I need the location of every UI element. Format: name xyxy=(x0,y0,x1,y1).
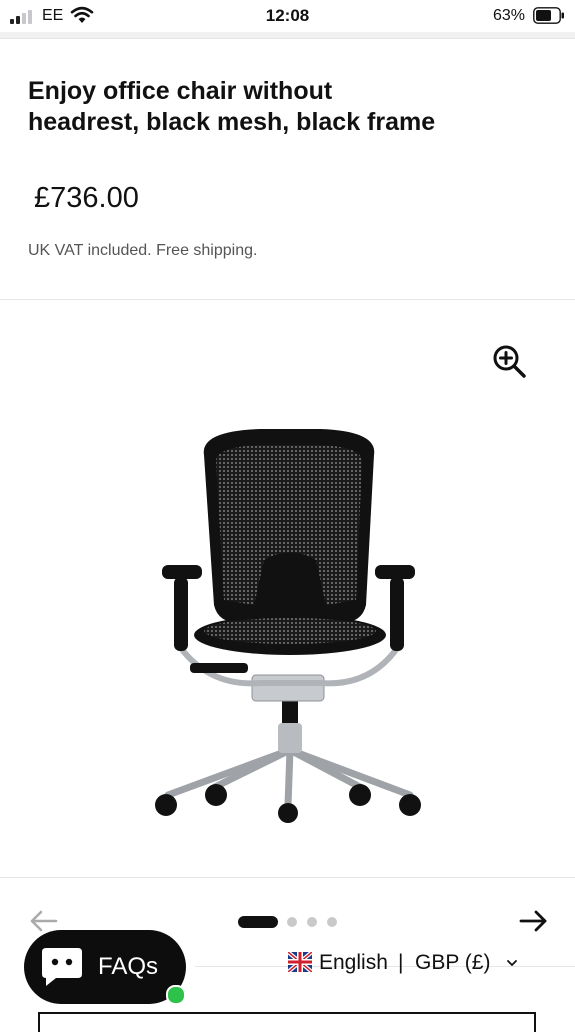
online-status-indicator xyxy=(166,985,186,1005)
status-bar: EE 12:08 63% xyxy=(0,0,575,32)
divider xyxy=(0,299,575,300)
faq-label: FAQs xyxy=(98,953,159,980)
pagination-dot[interactable] xyxy=(287,917,297,927)
battery-icon xyxy=(533,7,564,24)
currency-label: GBP (£) xyxy=(415,951,491,974)
product-price: £736.00 xyxy=(34,182,139,214)
chevron-down-icon xyxy=(507,960,517,966)
pagination-dot-active[interactable] xyxy=(238,916,278,928)
chat-bubble-icon xyxy=(42,948,82,986)
locale-separator: | xyxy=(398,951,404,974)
faq-button[interactable]: FAQs xyxy=(24,930,186,1004)
language-label: English xyxy=(319,951,388,974)
uk-flag-icon xyxy=(288,952,312,972)
divider xyxy=(0,877,575,878)
product-image[interactable] xyxy=(130,425,450,835)
battery-percent: 63% xyxy=(492,7,525,24)
arrow-right-icon[interactable] xyxy=(517,905,549,937)
vat-note: UK VAT included. Free shipping. xyxy=(28,242,258,259)
page-header-strip xyxy=(0,32,575,39)
status-time: 12:08 xyxy=(265,6,310,25)
zoom-in-icon[interactable] xyxy=(490,342,528,380)
pagination-dot[interactable] xyxy=(327,917,337,927)
add-to-cart-container[interactable] xyxy=(38,1012,536,1032)
product-title: Enjoy office chair without headrest, bla… xyxy=(28,77,436,136)
pagination-dot[interactable] xyxy=(307,917,317,927)
